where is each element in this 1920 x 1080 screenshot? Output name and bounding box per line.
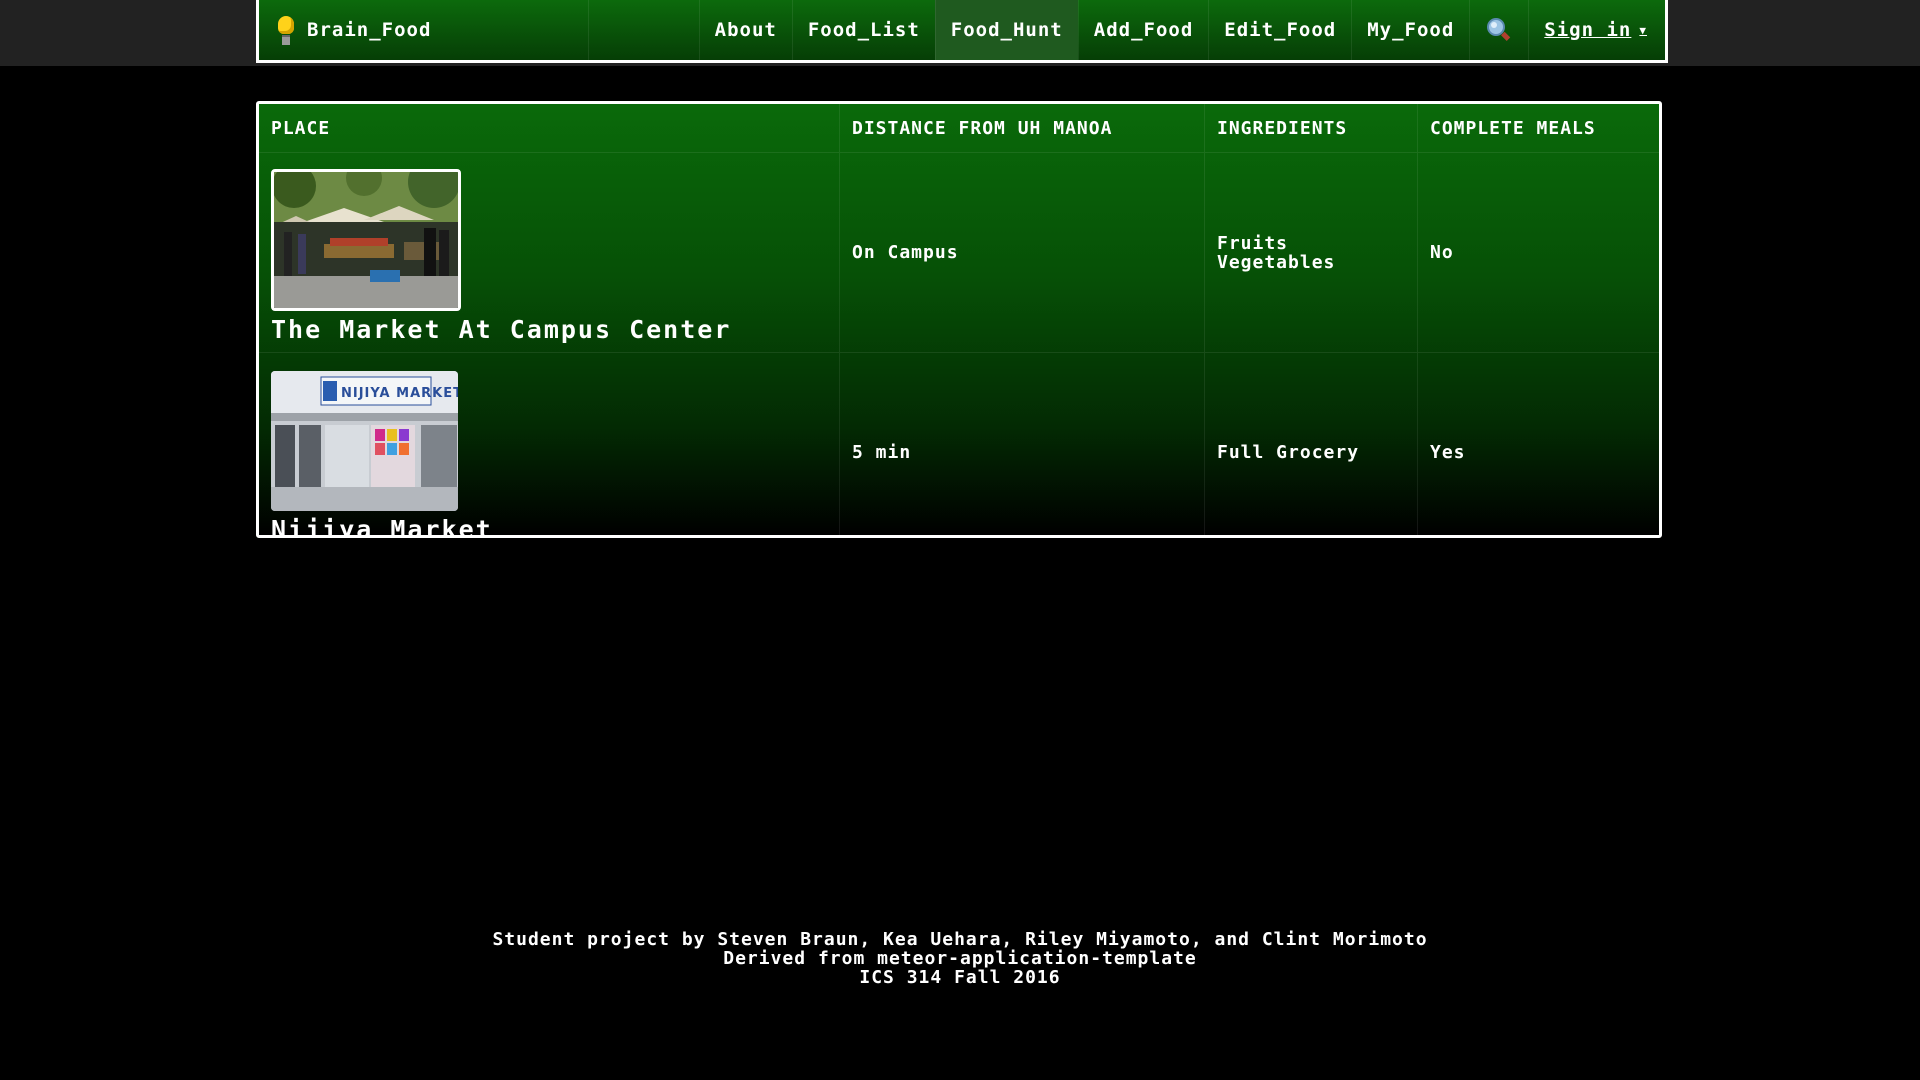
place-cell: NIJIYA MARKET Nijiya Market — [259, 353, 840, 538]
food-hunt-table: PLACE DISTANCE FROM UH MANOA INGREDIENTS… — [256, 101, 1662, 538]
header-place: PLACE — [259, 104, 840, 153]
table-row: NIJIYA MARKET Nijiya Market 5 min Full G… — [259, 352, 1659, 538]
market-photo — [271, 169, 461, 311]
distance-cell: On Campus — [839, 152, 1205, 353]
sign-in-dropdown[interactable]: Sign in ▼ — [1528, 0, 1665, 60]
nav-edit-food[interactable]: Edit_Food — [1208, 0, 1351, 60]
ingredient-item: Vegetables — [1217, 251, 1336, 273]
place-name: The Market At Campus Center — [271, 315, 732, 344]
distance-cell: 5 min — [839, 352, 1205, 535]
lightbulb-icon — [277, 16, 295, 45]
ingredient-item: Fruits — [1217, 232, 1289, 254]
market-photo: NIJIYA MARKET — [271, 371, 458, 511]
footer-derived: Derived from meteor-application-template — [723, 948, 1197, 969]
header-complete-meals: COMPLETE MEALS — [1417, 104, 1659, 153]
header-distance: DISTANCE FROM UH MANOA — [839, 104, 1205, 153]
sign-in-label: Sign in — [1544, 19, 1632, 41]
table-row: The Market At Campus Center On Campus Fr… — [259, 152, 1659, 353]
caret-down-icon: ▼ — [1639, 23, 1647, 37]
nav-food-list[interactable]: Food_List — [791, 0, 935, 60]
nav-about[interactable]: About — [698, 0, 792, 60]
complete-meals-cell: No — [1417, 152, 1659, 353]
brand-label: Brain_Food — [307, 19, 432, 41]
navbar: Brain_Food About Food_List Food_Hunt Add… — [256, 0, 1668, 63]
ingredient-item: Full Grocery — [1217, 442, 1360, 463]
nav-food-hunt[interactable]: Food_Hunt — [934, 0, 1078, 60]
photo-sign-text: NIJIYA MARKET — [341, 386, 458, 401]
search-icon[interactable] — [1469, 0, 1528, 60]
complete-meals-cell: Yes — [1417, 352, 1659, 535]
nav-add-food[interactable]: Add_Food — [1077, 0, 1209, 60]
brand-link[interactable]: Brain_Food — [259, 0, 589, 60]
place-name: Nijiya Market — [271, 515, 493, 538]
footer-course: ICS 314 Fall 2016 — [859, 967, 1061, 988]
nav-my-food[interactable]: My_Food — [1351, 0, 1469, 60]
ingredients-cell: Full Grocery — [1204, 352, 1418, 535]
header-ingredients: INGREDIENTS — [1204, 104, 1418, 153]
place-cell: The Market At Campus Center — [259, 152, 840, 353]
footer: Student project by Steven Braun, Kea Ueh… — [0, 930, 1920, 987]
ingredients-cell: Fruits Vegetables — [1204, 152, 1418, 353]
footer-credits: Student project by Steven Braun, Kea Ueh… — [492, 929, 1428, 950]
